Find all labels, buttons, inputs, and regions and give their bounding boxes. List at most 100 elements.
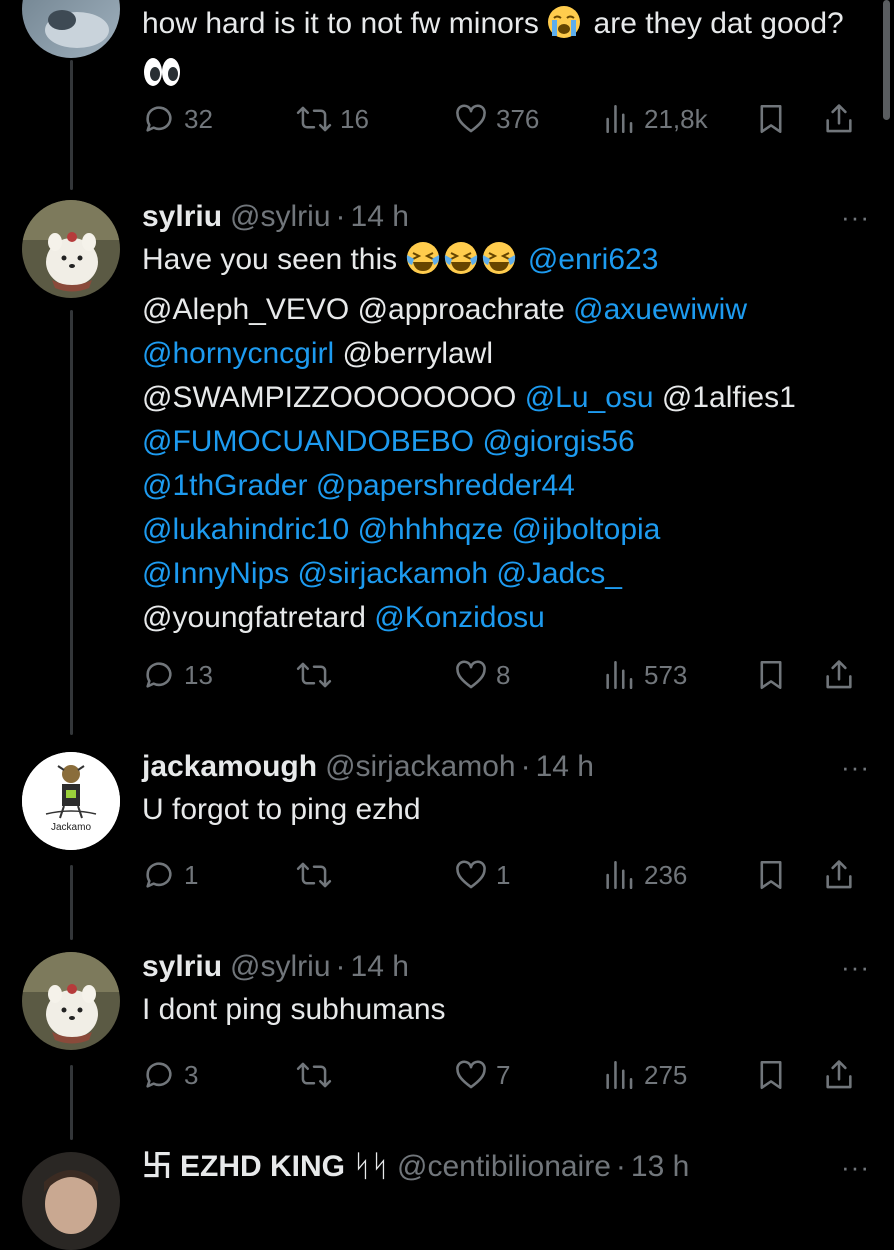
tweet-actions: 3 7 275 <box>142 1058 880 1092</box>
views-icon <box>606 104 633 134</box>
separator-dot: · <box>335 200 346 233</box>
mention-link[interactable]: @InnyNips <box>142 557 289 590</box>
scrollbar[interactable] <box>883 0 890 120</box>
share-button[interactable] <box>822 858 856 892</box>
reply-count: 3 <box>184 1059 199 1090</box>
bookmark-button[interactable] <box>754 102 822 136</box>
mention-link[interactable]: @giorgis56 <box>482 425 634 458</box>
reply-button[interactable]: 3 <box>142 1058 296 1092</box>
mention-link[interactable]: @enri623 <box>528 243 659 276</box>
bookmark-button[interactable] <box>754 858 822 892</box>
views-button[interactable]: 21,8k <box>602 102 754 136</box>
like-button[interactable]: 8 <box>454 658 602 692</box>
reply-button[interactable]: 32 <box>142 102 296 136</box>
mention-text: @approachrate <box>357 293 565 326</box>
bookmark-icon <box>760 104 782 134</box>
more-options-icon[interactable]: ··· <box>841 752 870 783</box>
avatar[interactable] <box>22 0 120 58</box>
like-button[interactable]: 1 <box>454 858 602 892</box>
tweet[interactable]: how hard is it to not fw minors are they… <box>142 0 880 102</box>
like-button[interactable]: 376 <box>454 102 602 136</box>
tweet-text: U forgot to ping ezhd <box>142 793 421 826</box>
share-icon <box>826 860 852 889</box>
user-handle[interactable]: @sylriu <box>230 948 330 986</box>
mention-link[interactable]: @Jadcs_ <box>496 557 622 590</box>
avatar[interactable] <box>22 1152 120 1250</box>
share-button[interactable] <box>822 102 856 136</box>
mention-link[interactable]: @FUMOCUANDOBEBO <box>142 425 474 458</box>
views-button[interactable]: 573 <box>602 658 754 692</box>
share-button[interactable] <box>822 658 856 692</box>
share-icon <box>826 660 852 689</box>
reply-icon <box>146 1062 172 1088</box>
tweet[interactable]: jackamough @sirjackamoh · 14 h ··· U for… <box>142 748 880 832</box>
bookmark-button[interactable] <box>754 658 822 692</box>
more-options-icon[interactable]: ··· <box>841 202 870 233</box>
mention-link[interactable]: @Konzidosu <box>374 601 545 634</box>
mention-link[interactable]: @hhhhqze <box>358 513 504 546</box>
mention-link[interactable]: @papershredder44 <box>316 469 575 502</box>
mention-text: @Aleph_VEVO <box>142 293 350 326</box>
eyes-icon <box>142 55 182 102</box>
tweet-text: how hard is it to not fw minors <box>142 7 539 40</box>
avatar-label: Jackamo <box>51 822 91 833</box>
mention-link[interactable]: @sirjackamoh <box>298 557 489 590</box>
tweet-body: Have you seen this @enri623 @Aleph_VEVO … <box>142 238 880 640</box>
mention-link[interactable]: @1thGrader <box>142 469 308 502</box>
bookmark-button[interactable] <box>754 1058 822 1092</box>
timestamp[interactable]: 14 h <box>351 948 409 986</box>
avatar[interactable]: Jackamo <box>22 752 120 850</box>
view-count: 573 <box>644 659 688 690</box>
bookmark-icon <box>760 860 782 890</box>
avatar[interactable] <box>22 952 120 1050</box>
display-name[interactable]: sylriu <box>142 948 222 986</box>
like-button[interactable]: 7 <box>454 1058 602 1092</box>
bookmark-icon <box>760 660 782 690</box>
thread-line <box>70 1065 73 1140</box>
mention-link[interactable]: @ijboltopia <box>511 513 660 546</box>
retweet-icon <box>296 862 332 888</box>
display-name-suffix[interactable]: ᛋᛋ <box>353 1148 389 1186</box>
mention-link[interactable]: @Lu_osu <box>525 381 654 414</box>
display-name[interactable]: sylriu <box>142 198 222 236</box>
user-handle[interactable]: @centibilionaire <box>397 1148 611 1186</box>
mention-text: @berrylawl <box>342 337 494 370</box>
timestamp[interactable]: 14 h <box>351 198 409 236</box>
reply-button[interactable]: 1 <box>142 858 296 892</box>
views-icon <box>606 660 633 690</box>
mention-link[interactable]: @hornycncgirl <box>142 337 334 370</box>
tweet-header: sylriu @sylriu · 14 h <box>142 198 880 236</box>
bookmark-icon <box>760 1060 782 1090</box>
mention-link[interactable]: @lukahindric10 <box>142 513 349 546</box>
tweet-text: are they dat good? <box>593 7 844 40</box>
mention-link[interactable]: @axuewiwiw <box>573 293 747 326</box>
reply-icon <box>146 106 172 132</box>
display-name[interactable]: jackamough <box>142 748 317 786</box>
retweet-button[interactable]: 16 <box>296 102 454 136</box>
timestamp[interactable]: 13 h <box>631 1148 689 1186</box>
display-name-prefix[interactable]: 卐 <box>142 1148 172 1186</box>
laughing-face-icon <box>406 241 440 288</box>
views-button[interactable]: 236 <box>602 858 754 892</box>
views-icon <box>606 860 633 890</box>
display-name[interactable]: EZHD KING <box>180 1148 345 1186</box>
user-handle[interactable]: @sirjackamoh <box>325 748 516 786</box>
retweet-count: 16 <box>340 103 369 134</box>
retweet-button[interactable] <box>296 658 454 692</box>
retweet-button[interactable] <box>296 1058 454 1092</box>
timestamp[interactable]: 14 h <box>536 748 594 786</box>
tweet[interactable]: sylriu @sylriu · 14 h ··· I dont ping su… <box>142 948 880 1032</box>
user-handle[interactable]: @sylriu <box>230 198 330 236</box>
view-count: 236 <box>644 859 688 890</box>
reply-button[interactable]: 13 <box>142 658 296 692</box>
retweet-icon <box>296 662 332 688</box>
tweet[interactable]: sylriu @sylriu · 14 h ··· Have you seen … <box>142 198 880 640</box>
heart-icon <box>456 660 486 689</box>
share-button[interactable] <box>822 1058 856 1092</box>
retweet-button[interactable] <box>296 858 454 892</box>
more-options-icon[interactable]: ··· <box>841 1152 870 1183</box>
tweet[interactable]: 卐 EZHD KING ᛋᛋ @centibilionaire · 13 h ·… <box>142 1148 880 1186</box>
views-button[interactable]: 275 <box>602 1058 754 1092</box>
avatar[interactable] <box>22 200 120 298</box>
more-options-icon[interactable]: ··· <box>841 952 870 983</box>
